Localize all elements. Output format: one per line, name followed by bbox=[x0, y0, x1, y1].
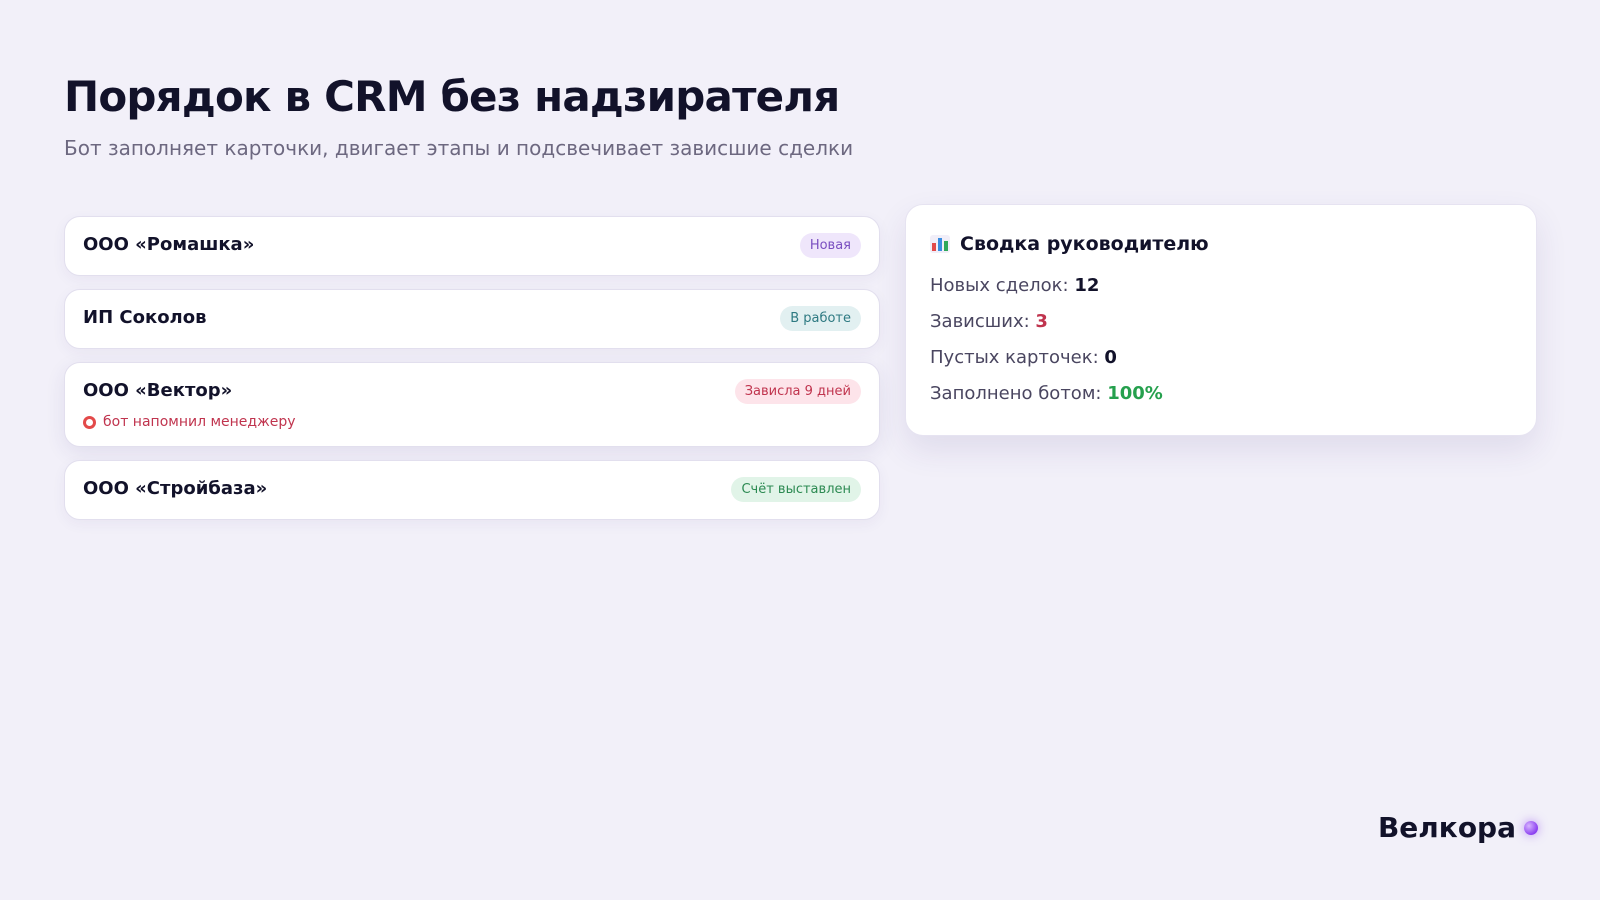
status-badge-in-progress: В работе bbox=[780, 306, 861, 331]
brand-dot-icon bbox=[1524, 820, 1538, 835]
page-title: Порядок в CRM без надзирателя bbox=[64, 72, 840, 121]
brand-name: Велкора bbox=[1377, 811, 1516, 844]
deal-card-stroybaza[interactable]: ООО «Стройбаза» Счёт выставлен bbox=[64, 460, 880, 520]
stat-label: Зависших: bbox=[930, 311, 1036, 332]
bot-reminder-note: бот напомнил менеджеру bbox=[83, 414, 296, 430]
deal-name: ООО «Вектор» bbox=[83, 380, 233, 401]
stat-value: 0 bbox=[1104, 347, 1117, 368]
stat-value: 3 bbox=[1035, 311, 1048, 332]
stat-stuck-deals: Зависших: 3 bbox=[930, 311, 1512, 332]
stat-label: Заполнено ботом: bbox=[930, 383, 1108, 404]
page-subtitle: Бот заполняет карточки, двигает этапы и … bbox=[64, 136, 854, 160]
bot-reminder-text: бот напомнил менеджеру bbox=[103, 414, 296, 430]
stat-value: 100% bbox=[1107, 383, 1163, 404]
status-badge-invoice: Счёт выставлен bbox=[731, 477, 861, 502]
manager-summary-card: Сводка руководителю Новых сделок: 12 Зав… bbox=[905, 204, 1537, 436]
status-badge-new: Новая bbox=[799, 233, 861, 258]
stat-new-deals: Новых сделок: 12 bbox=[930, 275, 1512, 296]
stat-label: Пустых карточек: bbox=[930, 347, 1105, 368]
summary-header: Сводка руководителю bbox=[930, 233, 1512, 255]
stat-bot-filled: Заполнено ботом: 100% bbox=[930, 383, 1512, 404]
status-badge-stuck: Зависла 9 дней bbox=[734, 379, 861, 404]
deal-list: ООО «Ромашка» Новая ИП Соколов В работе … bbox=[64, 216, 880, 520]
deal-name: ООО «Ромашка» bbox=[83, 234, 255, 255]
deal-card-sokolov[interactable]: ИП Соколов В работе bbox=[64, 289, 880, 349]
alarm-clock-icon bbox=[83, 415, 96, 429]
deal-card-romashka[interactable]: ООО «Ромашка» Новая bbox=[64, 216, 880, 276]
stat-value: 12 bbox=[1074, 275, 1100, 296]
deal-name: ООО «Стройбаза» bbox=[83, 478, 268, 499]
stat-empty-cards: Пустых карточек: 0 bbox=[930, 347, 1512, 368]
summary-title: Сводка руководителю bbox=[960, 233, 1209, 255]
stat-label: Новых сделок: bbox=[930, 275, 1075, 296]
brand-logo: Велкора bbox=[1378, 811, 1538, 844]
deal-card-vektor[interactable]: ООО «Вектор» Зависла 9 дней бот напомнил… bbox=[64, 362, 880, 447]
deal-name: ИП Соколов bbox=[83, 307, 207, 328]
bar-chart-icon bbox=[930, 235, 950, 253]
